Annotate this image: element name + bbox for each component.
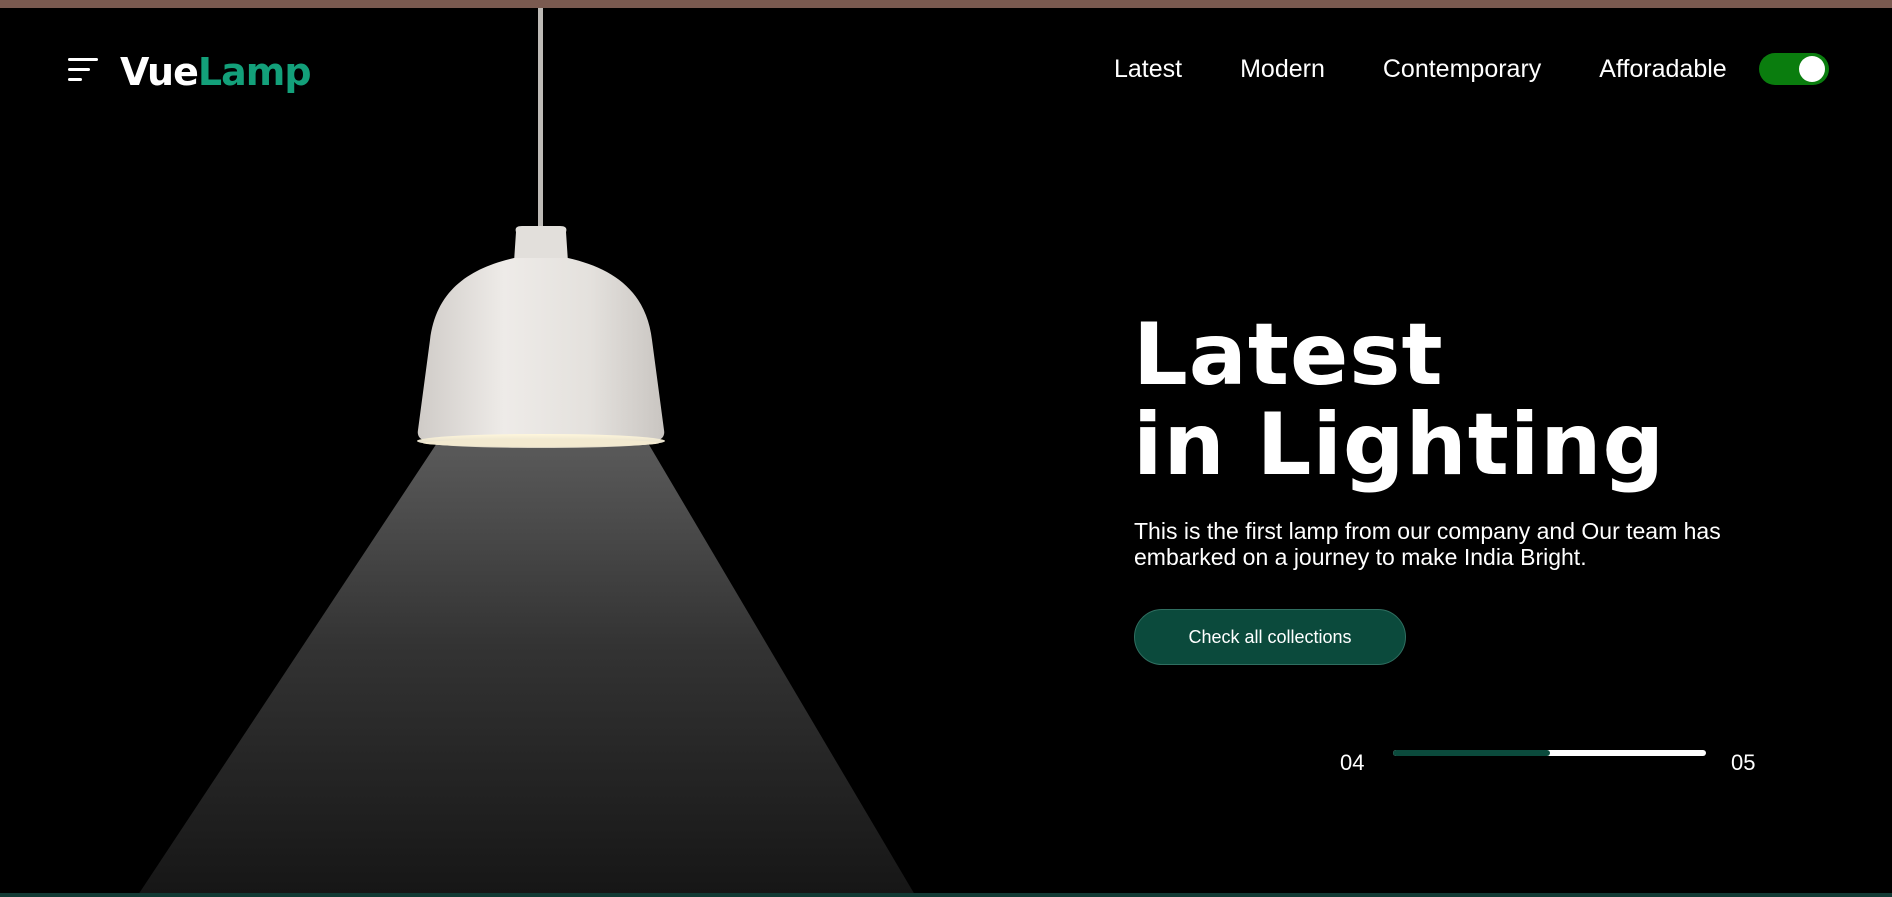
check-all-collections-button[interactable]: Check all collections <box>1134 609 1406 665</box>
pendant-lamp-illustration <box>138 8 915 895</box>
logo-part-lamp: Lamp <box>197 50 312 94</box>
hero-title-line1: Latest <box>1133 305 1444 405</box>
bottom-border-strip <box>0 893 1892 897</box>
lamp-shade <box>417 258 665 442</box>
slide-total-number: 05 <box>1731 750 1756 775</box>
toggle-knob <box>1798 56 1825 82</box>
main-nav: Latest Modern Contemporary Afforadable <box>1114 52 1829 86</box>
lamp-cord <box>538 8 543 233</box>
slide-current-number: 04 <box>1340 750 1365 775</box>
hero-description: This is the first lamp from our company … <box>1134 518 1721 570</box>
brand-logo[interactable]: VueLamp <box>120 48 312 96</box>
logo-part-vue: Vue <box>120 50 199 94</box>
nav-item-contemporary[interactable]: Contemporary <box>1383 52 1541 86</box>
hero-title-line2: in Lighting <box>1133 395 1666 495</box>
nav-item-modern[interactable]: Modern <box>1240 52 1325 86</box>
nav-item-latest[interactable]: Latest <box>1114 52 1182 86</box>
theme-toggle[interactable] <box>1758 53 1829 85</box>
slide-progress-fill <box>1393 750 1550 756</box>
slide-progress-bar[interactable] <box>1393 750 1706 756</box>
hero-page: VueLamp Latest Modern Contemporary Affor… <box>0 0 1892 897</box>
hero-title: Latest in Lighting <box>1133 310 1665 490</box>
hamburger-menu-icon[interactable] <box>68 58 100 84</box>
nav-item-afforadable[interactable]: Afforadable <box>1599 52 1726 86</box>
light-beam <box>138 443 915 895</box>
